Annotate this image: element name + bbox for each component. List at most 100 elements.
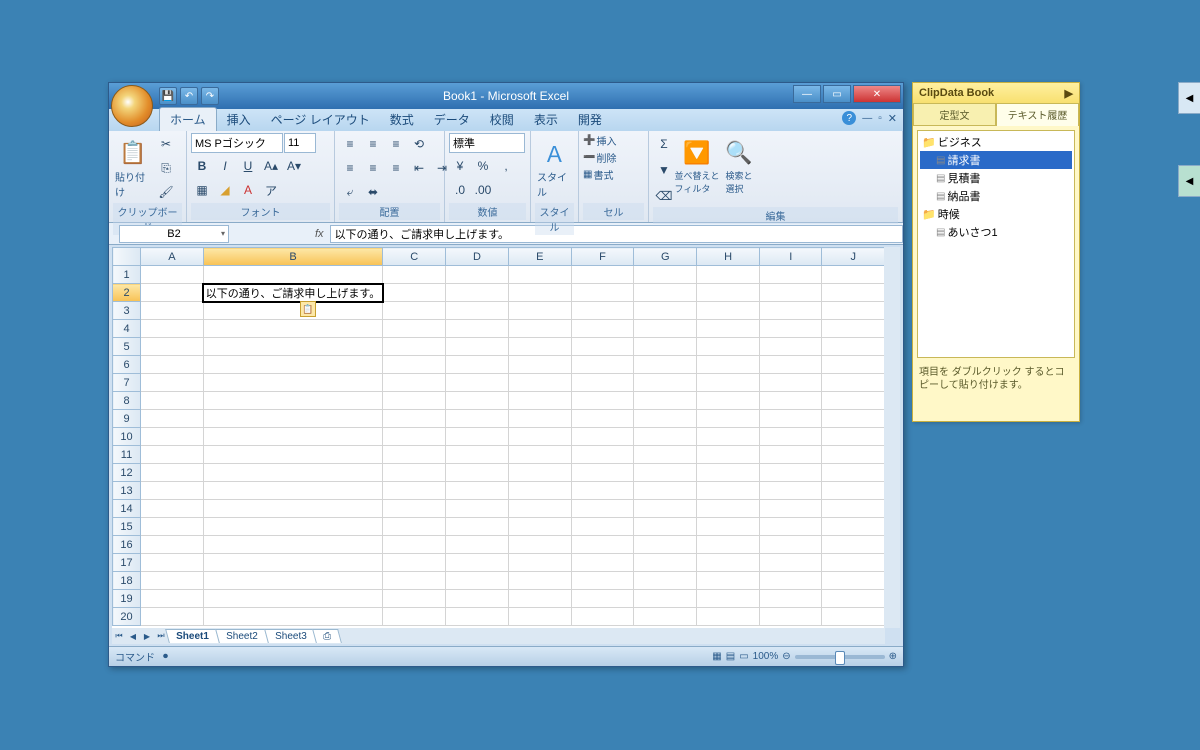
sort-filter-button[interactable]: 🔽 並べ替えと フィルタ: [677, 133, 717, 199]
minimize-button[interactable]: —: [793, 85, 821, 103]
tab-pagelayout[interactable]: ページ レイアウト: [261, 108, 380, 131]
new-sheet-icon[interactable]: ⎙: [312, 629, 342, 643]
zoom-in-icon[interactable]: ⊕: [889, 651, 897, 662]
align-middle-icon[interactable]: ≡: [362, 133, 384, 155]
tree-item[interactable]: ▤あいさつ1: [920, 223, 1072, 241]
cut-icon[interactable]: ✂: [155, 133, 177, 155]
sheet-tab[interactable]: Sheet2: [215, 629, 268, 643]
name-box[interactable]: B2: [119, 225, 229, 243]
formula-input[interactable]: 以下の通り、ご請求申し上げます。: [330, 225, 903, 243]
find-select-button[interactable]: 🔍 検索と 選択: [719, 133, 759, 199]
office-button[interactable]: [111, 85, 153, 127]
drawer-tab-1[interactable]: ◀: [1178, 82, 1200, 114]
indent-dec-icon[interactable]: ⇤: [408, 157, 430, 179]
zoom-level[interactable]: 100%: [753, 651, 779, 662]
paste-button[interactable]: 📋 貼り付け: [113, 133, 153, 203]
sidebar-tab-template[interactable]: 定型文: [913, 103, 996, 126]
col-header[interactable]: G: [634, 248, 697, 266]
sheet-nav-next-icon[interactable]: ▶: [140, 629, 154, 643]
underline-button[interactable]: U: [237, 155, 259, 177]
align-center-icon[interactable]: ≡: [362, 157, 384, 179]
tree-folder[interactable]: 📁時候: [920, 205, 1072, 223]
col-header[interactable]: A: [141, 248, 204, 266]
cell-b2[interactable]: 以下の通り、ご請求申し上げます。: [203, 284, 382, 302]
col-header[interactable]: H: [697, 248, 760, 266]
format-cells-button[interactable]: ▦書式: [583, 167, 613, 182]
align-bottom-icon[interactable]: ≡: [385, 133, 407, 155]
sidebar-tab-history[interactable]: テキスト履歴: [996, 103, 1079, 126]
tab-view[interactable]: 表示: [524, 108, 568, 131]
sheet-tab[interactable]: Sheet1: [165, 629, 220, 643]
tab-developer[interactable]: 開発: [568, 108, 612, 131]
clipdata-tree[interactable]: 📁ビジネス ▤請求書 ▤見積書 ▤納品書 📁時候 ▤あいさつ1: [917, 130, 1075, 358]
col-header[interactable]: E: [508, 248, 571, 266]
insert-cells-button[interactable]: ➕挿入: [583, 133, 616, 148]
tree-folder[interactable]: 📁ビジネス: [920, 133, 1072, 151]
undo-icon[interactable]: ↶: [180, 87, 198, 105]
number-format-combo[interactable]: 標準: [449, 133, 525, 153]
mdi-close-icon[interactable]: ✕: [888, 112, 897, 125]
grow-font-icon[interactable]: A▴: [260, 155, 282, 177]
tree-item[interactable]: ▤納品書: [920, 187, 1072, 205]
col-header[interactable]: B: [203, 248, 382, 266]
col-header[interactable]: F: [571, 248, 634, 266]
sheet-tab[interactable]: Sheet3: [264, 629, 317, 643]
wrap-text-icon[interactable]: ⤶: [339, 181, 361, 203]
select-all-corner[interactable]: [113, 248, 141, 266]
mdi-minimize-icon[interactable]: —: [862, 113, 872, 124]
border-icon[interactable]: ▦: [191, 179, 213, 201]
help-icon[interactable]: ?: [842, 111, 856, 125]
col-header[interactable]: C: [383, 248, 446, 266]
fill-color-icon[interactable]: ◢: [214, 179, 236, 201]
redo-icon[interactable]: ↷: [201, 87, 219, 105]
titlebar[interactable]: 💾 ↶ ↷ Book1 - Microsoft Excel — ▭ ✕: [109, 83, 903, 109]
decrease-decimal-icon[interactable]: .00: [472, 179, 494, 201]
autosum-icon[interactable]: Σ: [653, 133, 675, 155]
orientation-icon[interactable]: ⟲: [408, 133, 430, 155]
col-header[interactable]: I: [760, 248, 822, 266]
copy-icon[interactable]: ⎘: [155, 157, 177, 179]
zoom-slider[interactable]: [795, 655, 885, 659]
clear-icon[interactable]: ⌫: [653, 185, 675, 207]
sheet-nav-prev-icon[interactable]: ◀: [126, 629, 140, 643]
tab-formulas[interactable]: 数式: [380, 108, 424, 131]
tab-home[interactable]: ホーム: [159, 107, 217, 131]
drawer-tab-2[interactable]: ◀: [1178, 165, 1200, 197]
increase-decimal-icon[interactable]: .0: [449, 179, 471, 201]
mdi-restore-icon[interactable]: ▫: [878, 113, 882, 124]
font-color-icon[interactable]: A: [237, 179, 259, 201]
percent-icon[interactable]: %: [472, 155, 494, 177]
shrink-font-icon[interactable]: A▾: [283, 155, 305, 177]
fill-icon[interactable]: ▼: [653, 159, 675, 181]
col-header[interactable]: J: [822, 248, 885, 266]
close-button[interactable]: ✕: [853, 85, 901, 103]
zoom-out-icon[interactable]: ⊖: [782, 651, 790, 662]
bold-button[interactable]: B: [191, 155, 213, 177]
italic-button[interactable]: I: [214, 155, 236, 177]
sheet-nav-first-icon[interactable]: ⏮: [112, 629, 126, 643]
format-painter-icon[interactable]: 🖌: [155, 181, 177, 203]
tree-item[interactable]: ▤見積書: [920, 169, 1072, 187]
phonetic-icon[interactable]: ア: [260, 179, 282, 201]
fx-icon[interactable]: fx: [315, 228, 324, 240]
save-icon[interactable]: 💾: [159, 87, 177, 105]
expand-icon[interactable]: ▶: [1065, 87, 1073, 100]
tab-data[interactable]: データ: [424, 108, 480, 131]
view-layout-icon[interactable]: ▤: [726, 651, 735, 662]
align-top-icon[interactable]: ≡: [339, 133, 361, 155]
align-left-icon[interactable]: ≡: [339, 157, 361, 179]
tab-insert[interactable]: 挿入: [217, 108, 261, 131]
view-normal-icon[interactable]: ▦: [712, 651, 721, 662]
comma-icon[interactable]: ,: [495, 155, 517, 177]
maximize-button[interactable]: ▭: [823, 85, 851, 103]
vertical-scrollbar[interactable]: [884, 247, 900, 628]
delete-cells-button[interactable]: ➖削除: [583, 150, 616, 165]
currency-icon[interactable]: ¥: [449, 155, 471, 177]
view-break-icon[interactable]: ▭: [739, 651, 748, 662]
align-right-icon[interactable]: ≡: [385, 157, 407, 179]
styles-button[interactable]: Ａ スタイル: [535, 133, 574, 203]
font-name-combo[interactable]: MS Pゴシック: [191, 133, 283, 153]
macro-record-icon[interactable]: ⏺: [163, 651, 168, 662]
font-size-combo[interactable]: 11: [284, 133, 316, 153]
spreadsheet-grid[interactable]: A B C D E F G H I J 1 2以下の通り、ご請求申し上げます。 …: [112, 247, 885, 628]
